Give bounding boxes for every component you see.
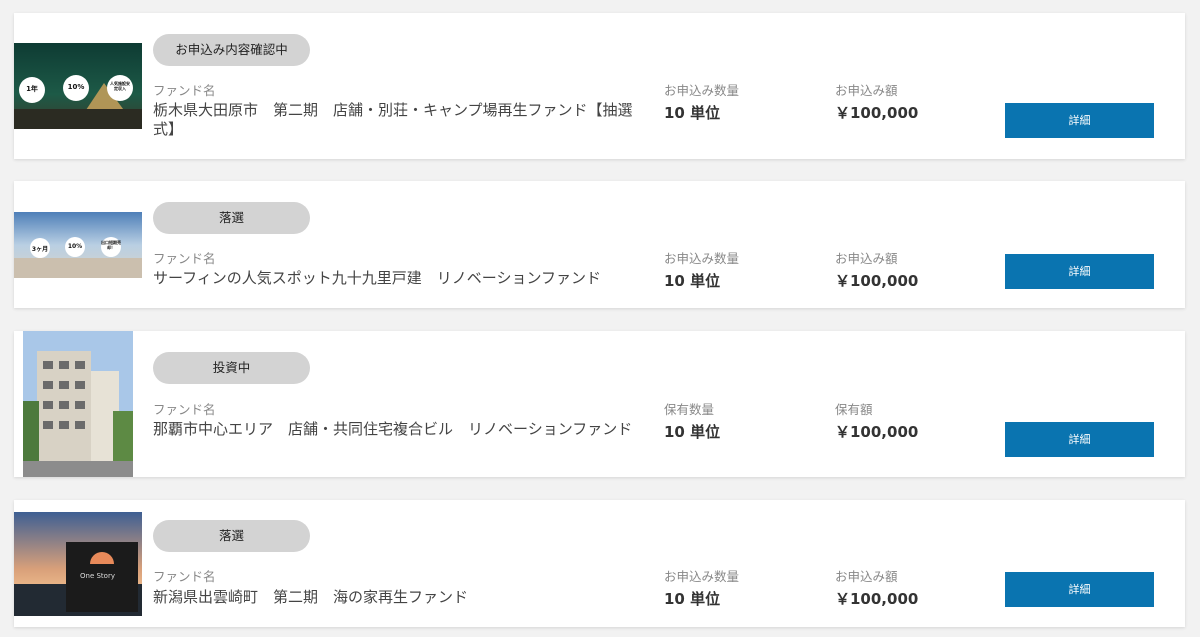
thumb-badge: 10% [67,83,85,91]
thumb-badge: 1年 [23,84,41,94]
amount-value: ￥100,000 [835,590,919,608]
fund-name: 那覇市中心エリア 店舗・共同住宅複合ビル リノベーションファンド [153,420,633,438]
status-badge: 落選 [153,520,310,552]
fund-name-label: ファンド名 [153,569,216,584]
fund-name: 栃木県大田原市 第二期 店舗・別荘・キャンプ場再生ファンド【抽選式】 [153,101,633,138]
quantity-value: 10 単位 [664,423,721,441]
status-badge: 投資中 [153,352,310,384]
fund-thumbnail: 3ヶ月 10% 出口短期売却！ [14,212,142,278]
thumb-badge: 3ヶ月 [31,246,49,253]
amount-label: 保有額 [835,402,873,417]
fund-name: 新潟県出雲崎町 第二期 海の家再生ファンド [153,588,469,606]
detail-button[interactable]: 詳細 [1005,422,1154,457]
amount-value: ￥100,000 [835,104,919,122]
fund-card: 1年 10% 人気施設安定収入 お申込み内容確認中 ファンド名 栃木県大田原市 … [14,13,1185,159]
fund-thumbnail: 1年 10% 人気施設安定収入 [14,43,142,129]
fund-name-label: ファンド名 [153,83,216,98]
fund-card: 投資中 ファンド名 那覇市中心エリア 店舗・共同住宅複合ビル リノベーションファ… [14,331,1185,477]
status-badge: お申込み内容確認中 [153,34,310,66]
fund-name-label: ファンド名 [153,402,216,417]
quantity-value: 10 単位 [664,104,721,122]
quantity-value: 10 単位 [664,590,721,608]
thumb-logo-text: One Story [80,572,115,580]
thumb-badge: 人気施設安定収入 [110,81,130,91]
detail-button[interactable]: 詳細 [1005,103,1154,138]
thumb-badge: 出口短期売却！ [101,240,121,250]
amount-label: お申込み額 [835,83,898,98]
fund-card: One Story 落選 ファンド名 新潟県出雲崎町 第二期 海の家再生ファンド… [14,500,1185,627]
fund-card: 3ヶ月 10% 出口短期売却！ 落選 ファンド名 サーフィンの人気スポット九十九… [14,181,1185,308]
amount-label: お申込み額 [835,251,898,266]
fund-thumbnail: One Story [14,512,142,616]
amount-value: ￥100,000 [835,272,919,290]
quantity-label: お申込み数量 [664,251,740,266]
detail-button[interactable]: 詳細 [1005,254,1154,289]
detail-button[interactable]: 詳細 [1005,572,1154,607]
fund-name: サーフィンの人気スポット九十九里戸建 リノベーションファンド [153,269,602,287]
fund-name-label: ファンド名 [153,251,216,266]
thumb-badge: 10% [67,243,83,250]
amount-label: お申込み額 [835,569,898,584]
quantity-label: お申込み数量 [664,569,740,584]
status-badge: 落選 [153,202,310,234]
quantity-label: お申込み数量 [664,83,740,98]
quantity-value: 10 単位 [664,272,721,290]
quantity-label: 保有数量 [664,402,715,417]
fund-thumbnail [23,331,133,477]
amount-value: ￥100,000 [835,423,919,441]
